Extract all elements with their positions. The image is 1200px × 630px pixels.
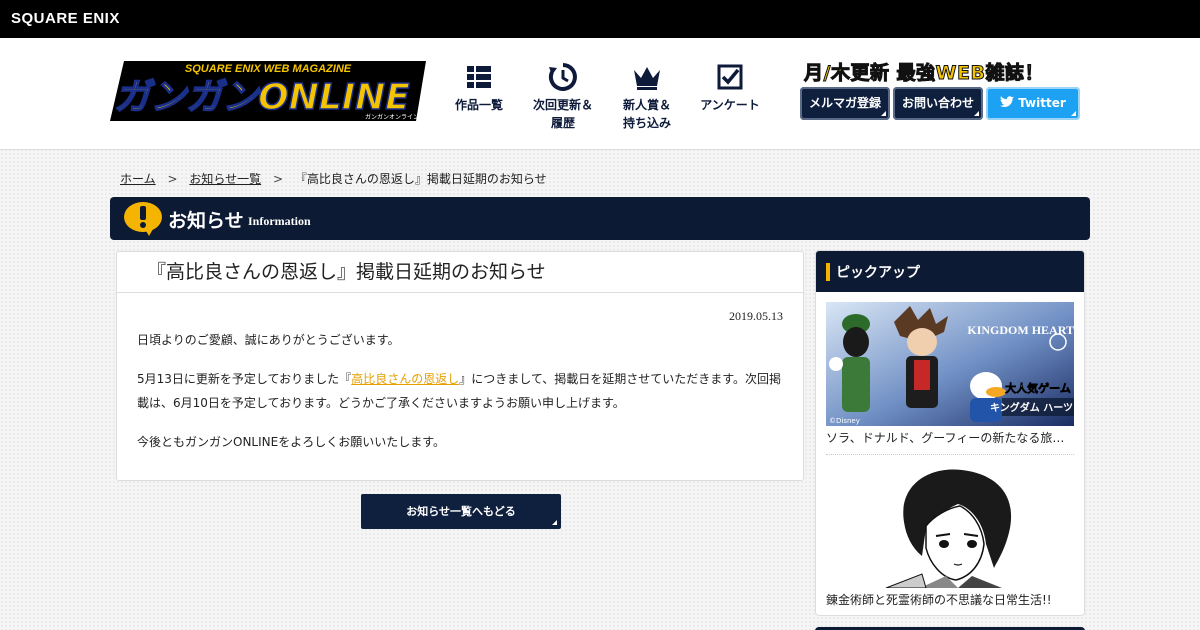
breadcrumb-news-list[interactable]: お知らせ一覧 <box>189 172 261 186</box>
news-article: 『高比良さんの恩返し』掲載日延期のお知らせ 2019.05.13 日頃よりのご愛… <box>116 251 804 481</box>
article-paragraph: 5月13日に更新を予定しておりました『高比良さんの恩返し』につきまして、掲載日を… <box>137 372 782 410</box>
checkbox-icon <box>717 64 743 90</box>
pickup-panel: ピックアップ KINGDOM HEARTS 大人気ゲーム キングダム ハーツ ©… <box>815 250 1085 616</box>
banner-title-text: キングダム ハーツ Ⅲ <box>990 401 1074 414</box>
breadcrumb-separator: > <box>272 172 284 186</box>
pickup-accent-bar <box>826 263 830 281</box>
nav-label: 作品一覧 <box>454 98 503 112</box>
breadcrumb-separator: > <box>167 172 178 186</box>
nav-label: 新人賞＆ 持ち込み <box>622 98 671 130</box>
gangan-online-logo[interactable]: SQUARE ENIX WEB MAGAZINE ガンガンONLINE ガンガン… <box>110 57 426 125</box>
nav-survey[interactable]: アンケート <box>690 62 770 114</box>
twitter-label: Twitter <box>1018 96 1066 110</box>
banner-badge-text: 大人気ゲーム <box>1005 381 1071 395</box>
article-date: 2019.05.13 <box>729 309 783 323</box>
work-link[interactable]: 高比良さんの恩返し <box>351 372 459 386</box>
refresh-clock-icon <box>548 63 577 91</box>
nav-next-update[interactable]: 次回更新＆ 履歴 <box>523 62 603 132</box>
breadcrumb-current: 『高比良さんの恩返し』掲載日延期のお知らせ <box>294 172 547 186</box>
nav-works-list[interactable]: 作品一覧 <box>439 62 519 114</box>
exclamation-bubble-icon <box>124 202 162 236</box>
pickup-caption: ソラ、ドナルド、グーフィーの新たなる旅… <box>826 431 1065 445</box>
twitter-button[interactable]: Twitter <box>986 87 1080 120</box>
logo-top-text: SQUARE ENIX WEB MAGAZINE <box>185 63 352 75</box>
pickup-header: ピックアップ <box>816 251 1084 292</box>
twitter-bird-icon <box>1000 96 1015 108</box>
contact-button[interactable]: お問い合わせ <box>893 87 983 120</box>
breadcrumb-home[interactable]: ホーム <box>120 172 156 186</box>
article-title: 『高比良さんの恩返し』掲載日延期のお知らせ <box>117 252 803 293</box>
section-header: お知らせ Information <box>110 197 1090 240</box>
pickup-item-alchemist[interactable]: 錬金術師と死霊術師の不思議な日常生活!! <box>826 464 1074 608</box>
nav-label: 次回更新＆ 履歴 <box>532 98 593 130</box>
nav-label: アンケート <box>700 98 760 112</box>
site-header: SQUARE ENIX WEB MAGAZINE ガンガンONLINE ガンガン… <box>0 38 1200 150</box>
tagline: 月/木更新 最強WEB雑誌！ <box>804 58 1080 85</box>
logo-sub-text: ガンガンオンライン <box>365 113 419 121</box>
article-body: 日頃よりのご愛顧、誠にありがとうございます。 5月13日に更新を予定しておりまし… <box>137 328 785 469</box>
pickup-divider <box>826 454 1074 455</box>
tagline-text: 月/木更新 最強WEB雑誌！ <box>804 62 1044 85</box>
alchemist-manga-banner <box>826 464 1074 588</box>
pickup-caption: 錬金術師と死霊術師の不思議な日常生活!! <box>826 593 1052 607</box>
pickup-title: ピックアップ <box>836 265 920 281</box>
grid-list-icon <box>467 66 491 88</box>
pickup-item-kingdom-hearts[interactable]: KINGDOM HEARTS 大人気ゲーム キングダム ハーツ Ⅲ ©Disne… <box>826 302 1074 446</box>
nav-award[interactable]: 新人賞＆ 持ち込み <box>607 62 687 132</box>
square-enix-logo[interactable]: SQUARE ENIX <box>11 10 120 27</box>
article-paragraph: 日頃よりのご愛顧、誠にありがとうございます。 <box>137 333 400 347</box>
crown-icon <box>634 67 660 90</box>
kingdom-hearts-banner: KINGDOM HEARTS 大人気ゲーム キングダム ハーツ Ⅲ ©Disne… <box>826 302 1074 426</box>
brand-bar: SQUARE ENIX <box>0 0 1200 38</box>
banner-logo-text: KINGDOM HEARTS <box>967 323 1074 337</box>
back-to-news-list-button[interactable]: お知らせ一覧へもどる <box>361 494 561 529</box>
logo-main-text: ガンガンONLINE <box>114 77 410 118</box>
section-subtitle: Information <box>248 214 311 228</box>
breadcrumb: ホーム > お知らせ一覧 > 『高比良さんの恩返し』掲載日延期のお知らせ <box>120 170 547 187</box>
mailmag-button[interactable]: メルマガ登録 <box>800 87 890 120</box>
article-paragraph: 今後ともガンガンONLINEをよろしくお願いいたします。 <box>137 435 446 449</box>
section-title: お知らせ <box>168 210 244 232</box>
banner-copyright: ©Disney <box>829 417 860 425</box>
